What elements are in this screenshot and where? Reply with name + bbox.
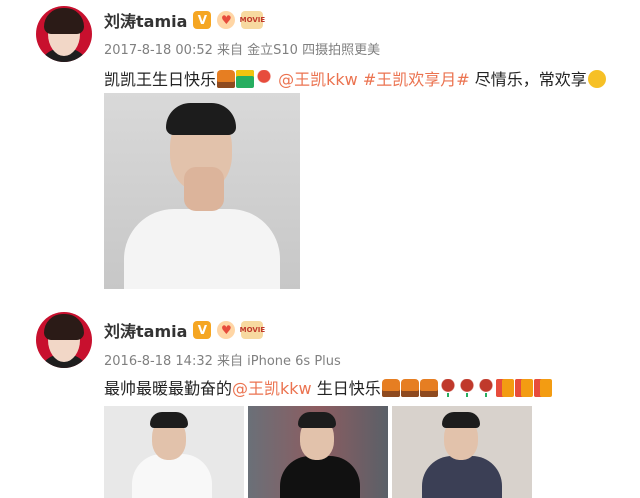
mention-link[interactable]: @王凯kkw [232,379,312,398]
gift-icon [514,379,533,397]
post-text-start: 凯凯王生日快乐 [104,70,217,89]
author-row: 刘涛tamia V ♥ MOVIE [104,8,265,32]
post-text: 最帅最暖最勤奋的@王凯kkw 生日快乐 [104,375,552,399]
verified-badge-icon[interactable]: V [193,11,212,29]
post-text-start: 最帅最暖最勤奋的 [104,379,233,398]
post-photo-1[interactable] [104,406,244,498]
gift-icon [533,379,552,397]
post-photo-3[interactable] [392,406,532,498]
post-photo[interactable] [104,93,300,289]
cake-icon [419,379,438,397]
wink-icon [587,70,606,88]
post-meta[interactable]: 2017-8-18 00:52 来自 金立S10 四摄拍照更美 [104,39,380,58]
gift-icon [236,70,255,88]
post-text-end: 生日快乐 [311,379,381,398]
post-text-end: 尽情乐，常欢享 [474,70,587,89]
movie-badge-icon[interactable]: MOVIE [240,11,265,29]
post-photo-2[interactable] [248,406,388,498]
author-name[interactable]: 刘涛tamia [104,8,187,32]
lollipop-icon [255,70,274,88]
verified-badge-icon[interactable]: V [193,321,212,339]
rose-icon [438,379,457,397]
heart-badge-icon[interactable]: ♥ [217,321,236,339]
author-row: 刘涛tamia V ♥ MOVIE [104,318,265,342]
author-name[interactable]: 刘涛tamia [104,318,187,342]
post-meta[interactable]: 2016-8-18 14:32 来自 iPhone 6s Plus [104,350,341,369]
author-avatar[interactable] [36,6,92,62]
hashtag-link[interactable]: #王凯欢享月# [363,70,470,89]
gift-icon [495,379,514,397]
movie-badge-icon[interactable]: MOVIE [240,321,265,339]
post-text: 凯凯王生日快乐 @王凯kkw #王凯欢享月# 尽情乐，常欢享 [104,66,606,90]
rose-icon [476,379,495,397]
cake-icon [381,379,400,397]
heart-badge-icon[interactable]: ♥ [217,11,236,29]
author-avatar[interactable] [36,312,92,368]
cake-icon [217,70,236,88]
mention-link[interactable]: @王凯kkw [278,70,358,89]
rose-icon [457,379,476,397]
cake-icon [400,379,419,397]
